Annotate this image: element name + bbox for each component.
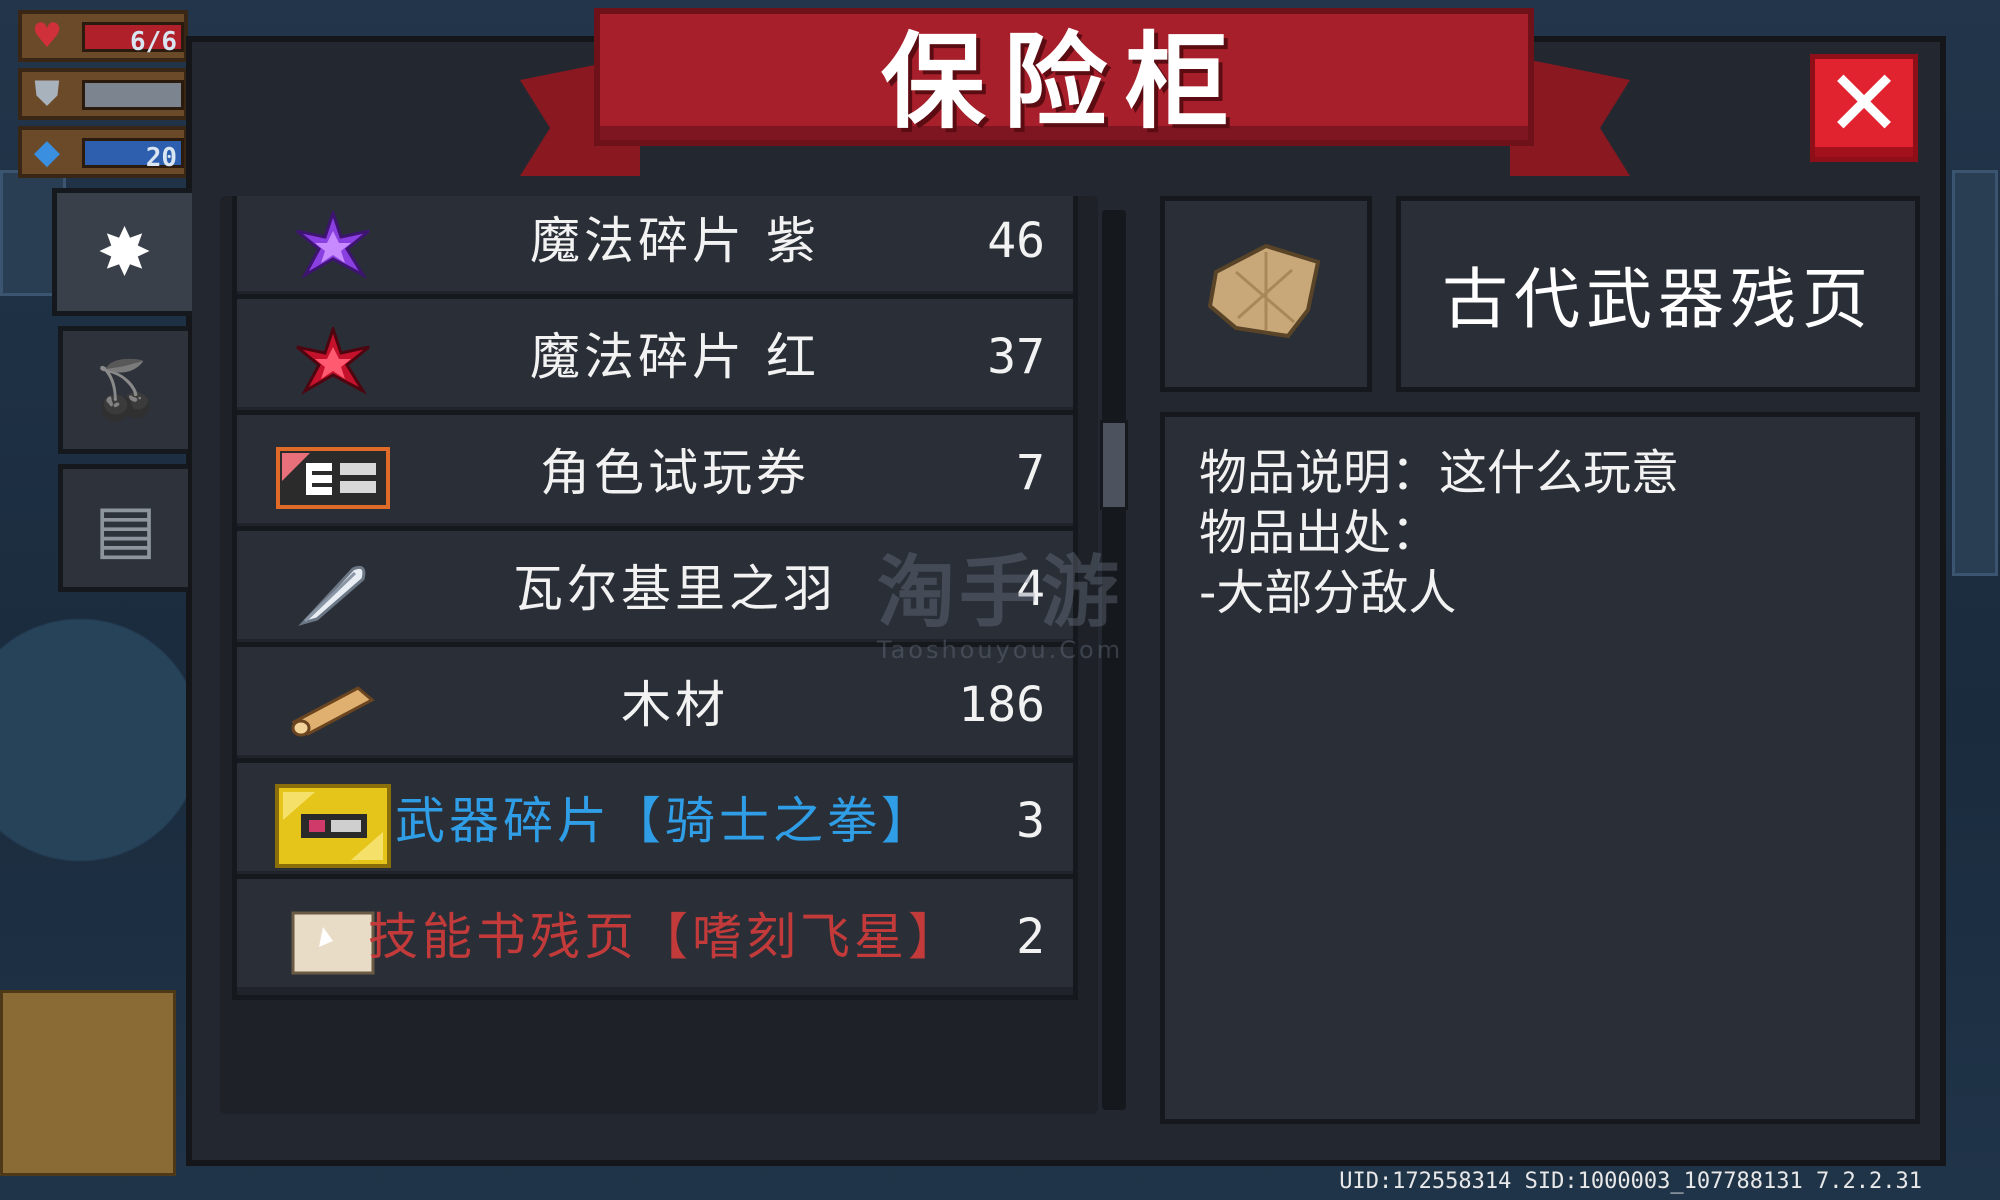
heart-icon: ♥ xyxy=(31,16,63,56)
fruit-icon: 🍒 xyxy=(90,358,161,423)
close-icon: ✕ xyxy=(1825,50,1903,157)
item-count: 7 xyxy=(1016,445,1045,501)
shield-icon: ⛊ xyxy=(34,74,60,114)
tab-plants[interactable]: 🍒 xyxy=(58,326,188,454)
item-name: 技能书残页【嗜刻飞星】 xyxy=(368,908,962,966)
build-info: UID:172558314 SID:1000003_107788131 7.2.… xyxy=(1339,1169,1922,1194)
wood-log-icon xyxy=(273,669,393,751)
item-count: 3 xyxy=(1016,793,1045,849)
item-count: 186 xyxy=(958,677,1045,733)
health-row: ♥ 6/6 xyxy=(18,10,188,62)
item-source-label: 物品出处： xyxy=(1199,505,1440,561)
scene-pedestal xyxy=(0,990,176,1176)
list-item[interactable]: 角色试玩券 7 xyxy=(232,410,1078,536)
energy-value: 20 xyxy=(145,143,177,173)
close-button[interactable]: ✕ xyxy=(1810,54,1918,162)
item-name: 武器碎片【骑士之拳】 xyxy=(395,792,935,850)
ticket-icon: ▤ xyxy=(94,489,157,567)
armor-bar xyxy=(82,80,184,110)
tab-tickets[interactable]: ▤ xyxy=(58,464,188,592)
watermark-url: Taoshouyou.Com xyxy=(876,636,1124,664)
ancient-page-icon xyxy=(1196,232,1336,356)
item-count: 2 xyxy=(1016,909,1045,965)
trial-card-icon xyxy=(273,437,393,519)
detail-icon-box xyxy=(1160,196,1372,392)
detail-description: 物品说明：这什么玩意 物品出处： -大部分敌人 xyxy=(1160,412,1920,1124)
title-banner: 保险柜 xyxy=(594,8,1534,146)
watermark-text: 淘手游 xyxy=(876,548,1123,638)
item-count: 46 xyxy=(987,213,1045,269)
list-scrollbar-thumb[interactable] xyxy=(1100,420,1128,510)
list-item[interactable]: 技能书残页【嗜刻飞星】 2 xyxy=(232,874,1078,1000)
red-crystal-icon xyxy=(273,321,393,403)
item-source-value: -大部分敌人 xyxy=(1199,565,1457,621)
list-item[interactable]: 武器碎片【骑士之拳】 3 xyxy=(232,758,1078,884)
detail-name-box: 古代武器残页 xyxy=(1396,196,1920,392)
detail-item-name: 古代武器残页 xyxy=(1442,261,1874,338)
energy-row: ◆ 20 xyxy=(18,126,188,178)
item-name: 角色试玩券 xyxy=(540,444,810,502)
feather-icon xyxy=(273,553,393,635)
energy-gem-icon: ◆ xyxy=(33,132,61,172)
armor-row: ⛊ xyxy=(18,68,188,120)
scene-wall xyxy=(1952,170,1998,576)
list-item[interactable]: 魔法碎片 紫 46 xyxy=(232,196,1078,304)
magic-crystal-icon: ✸ xyxy=(96,213,153,291)
item-count: 37 xyxy=(987,329,1045,385)
purple-crystal-icon xyxy=(273,205,393,287)
list-item[interactable]: 魔法碎片 红 37 xyxy=(232,294,1078,420)
item-name: 魔法碎片 紫 xyxy=(530,212,820,270)
page-title: 保险柜 xyxy=(880,20,1247,143)
watermark: 淘手游 Taoshouyou.Com xyxy=(870,530,1130,664)
energy-bar: 20 xyxy=(82,138,184,173)
item-name: 木材 xyxy=(621,676,729,734)
item-name: 魔法碎片 红 xyxy=(530,328,820,386)
health-bar: 6/6 xyxy=(82,22,184,57)
health-value: 6/6 xyxy=(130,27,177,57)
tab-magic-materials[interactable]: ✸ xyxy=(52,188,192,316)
item-description-line: 物品说明：这什么玩意 xyxy=(1199,445,1680,501)
